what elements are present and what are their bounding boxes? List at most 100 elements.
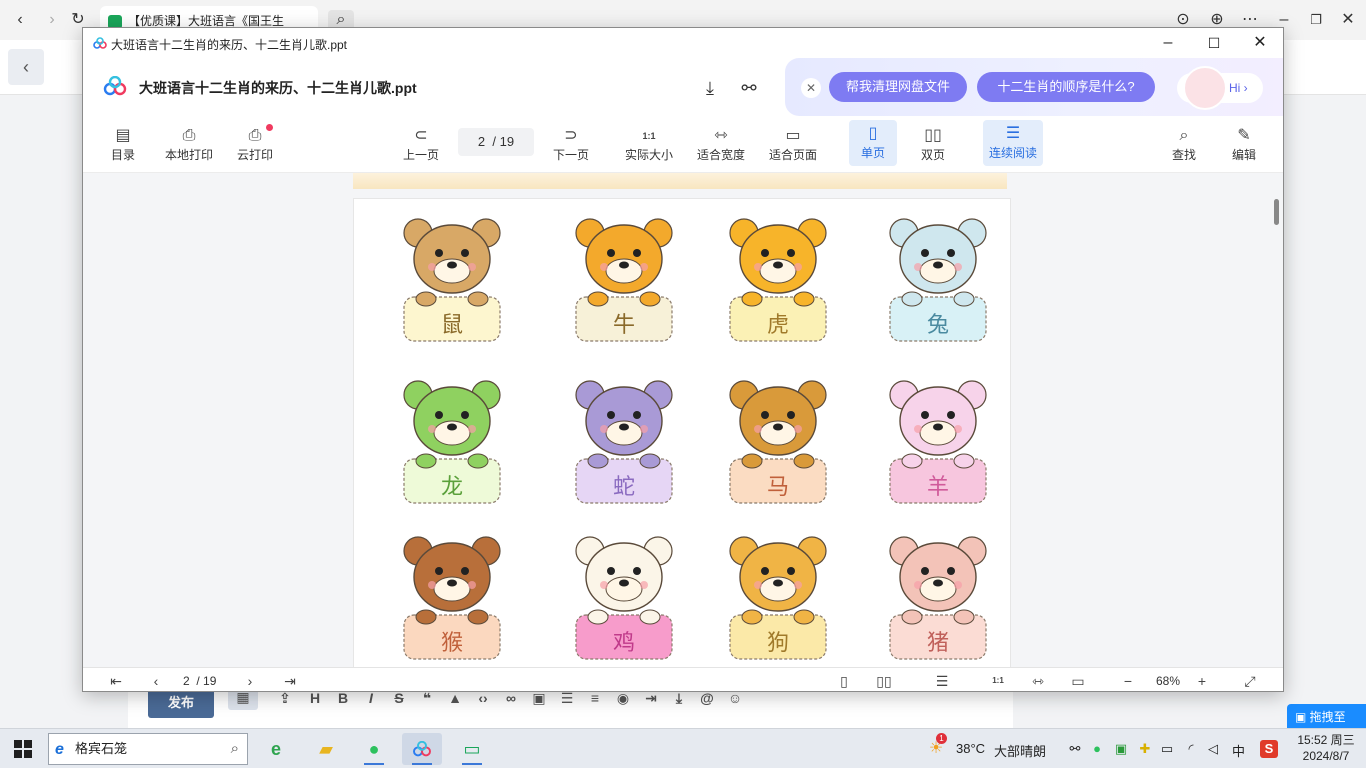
drag-widget-label: 拖拽至 xyxy=(1309,710,1346,724)
ai-avatar[interactable] xyxy=(1183,66,1227,110)
zoom-in-icon[interactable]: + xyxy=(1193,672,1211,690)
fit-width-button[interactable]: ⇿ 适合宽度 xyxy=(695,126,747,166)
baidu-netdisk-icon[interactable] xyxy=(402,733,442,765)
sogou-ime-icon[interactable]: S xyxy=(1260,740,1278,758)
search-icon: ⌕ xyxy=(230,740,239,757)
ai-assistant-panel: ✕ 帮我清理网盘文件 十二生肖的顺序是什么? Hi › xyxy=(785,58,1283,116)
zodiac-label: 猴 xyxy=(440,631,463,656)
viewer-window: 大班语言十二生肖的来历、十二生肖儿歌.ppt – ☐ ✕ 大班语言十二生肖的来历… xyxy=(82,27,1284,692)
zoom-out-icon[interactable]: − xyxy=(1119,672,1137,690)
strikethrough-icon[interactable]: S xyxy=(388,690,410,706)
actual-size-button[interactable]: 1:1 实际大小 xyxy=(623,126,675,166)
indent-icon[interactable]: ⇥ xyxy=(640,690,662,707)
fullscreen-icon[interactable]: ⤢ xyxy=(1241,672,1259,690)
fit-page-button[interactable]: ▭ 适合页面 xyxy=(767,126,819,166)
screen-icon[interactable]: ▭ xyxy=(452,733,492,765)
folder-icon[interactable]: ▰ xyxy=(306,733,346,765)
ie-icon[interactable]: e xyxy=(256,733,296,765)
publish-button[interactable]: 发布 xyxy=(148,688,214,718)
close-icon[interactable]: ✕ xyxy=(1249,32,1271,54)
weather-text[interactable]: 大部晴朗 xyxy=(994,741,1046,760)
first-page-icon[interactable]: ⇤ xyxy=(107,672,125,690)
prev-page-label: 上一页 xyxy=(402,148,439,162)
back-icon[interactable]: ‹ xyxy=(10,10,30,30)
comment-icon[interactable]: ◉ xyxy=(612,690,634,707)
page-total: / 19 xyxy=(492,134,515,149)
maximize-icon[interactable]: ☐ xyxy=(1203,32,1225,54)
fit-page-icon[interactable]: ▭ xyxy=(1069,672,1087,690)
vertical-scrollbar[interactable] xyxy=(1274,199,1279,225)
bottom-page-current: 2 xyxy=(183,674,190,688)
bold-icon[interactable]: B xyxy=(332,690,354,706)
share-icon[interactable]: ⚯ xyxy=(737,76,761,100)
weather-temp[interactable]: 38°C xyxy=(956,741,985,756)
netdisk-tray-icon[interactable]: ⚯ xyxy=(1066,740,1084,758)
back-button[interactable]: ‹ xyxy=(8,49,44,85)
find-button[interactable]: ⌕ 查找 xyxy=(1169,126,1199,166)
warning-icon[interactable]: ▲ xyxy=(444,690,466,706)
picture-icon[interactable]: ▣ xyxy=(528,690,550,707)
battery-icon[interactable]: ▭ xyxy=(1158,740,1176,758)
page-number-input[interactable]: 2 / 19 xyxy=(458,128,534,156)
ai-suggestion-chip[interactable]: 帮我清理网盘文件 xyxy=(829,72,967,102)
link-icon[interactable]: ∞ xyxy=(500,690,522,706)
clock[interactable]: 15:52 周三 2024/8/7 xyxy=(1294,732,1358,764)
nvidia-icon[interactable]: ▣ xyxy=(1112,740,1130,758)
actual-size-icon[interactable]: 1:1 xyxy=(989,672,1007,690)
next-page-button[interactable]: ⊃ 下一页 xyxy=(549,126,593,166)
close-icon[interactable]: ✕ xyxy=(1338,10,1358,30)
prev-page-button[interactable]: ⊂ 上一页 xyxy=(399,126,443,166)
zodiac-card: 鼠 xyxy=(394,213,510,353)
system-tray: ☀ 1 38°C 大部晴朗 ⚯ ● ▣ ✚ ▭ ◜ ◁ 中 S 15:52 周三… xyxy=(926,729,1366,768)
cloud-print-button[interactable]: ⎙ 云打印 xyxy=(233,126,277,166)
clock-date: 2024/8/7 xyxy=(1302,749,1350,763)
emoji-icon[interactable]: ☺ xyxy=(724,690,746,706)
toc-button[interactable]: ▤ 目录 xyxy=(105,126,141,166)
bullet-list-icon[interactable]: ☰ xyxy=(556,690,578,707)
numbered-list-icon[interactable]: ≡ xyxy=(584,690,606,706)
single-page-label: 单页 xyxy=(860,146,885,160)
continuous-read-button[interactable]: ☰ 连续阅读 xyxy=(983,120,1043,166)
ai-close-icon[interactable]: ✕ xyxy=(801,78,821,98)
fit-page-icon: ▭ xyxy=(785,127,801,144)
ai-hi-label: Hi xyxy=(1229,81,1241,95)
arrow-left-circle-icon: ⊂ xyxy=(414,127,428,144)
windows-start-icon[interactable] xyxy=(14,740,32,758)
double-page-button[interactable]: ▯▯ 双页 xyxy=(913,126,953,166)
zodiac-label: 兔 xyxy=(926,313,949,338)
double-page-icon[interactable]: ▯▯ xyxy=(875,672,893,690)
minimize-icon[interactable]: – xyxy=(1157,32,1179,54)
file-up-icon[interactable]: ⇪ xyxy=(274,690,296,707)
continuous-icon[interactable]: ☰ xyxy=(933,672,951,690)
download-icon[interactable]: ⤓ xyxy=(668,690,690,707)
wechat-tray-icon[interactable]: ● xyxy=(1088,740,1106,758)
next-page-icon[interactable]: › xyxy=(241,672,259,690)
forward-icon[interactable]: › xyxy=(42,10,62,30)
fit-width-icon[interactable]: ⇿ xyxy=(1029,672,1047,690)
wifi-icon[interactable]: ◜ xyxy=(1182,740,1200,758)
single-page-icon[interactable]: ▯ xyxy=(835,672,853,690)
plus-tray-icon[interactable]: ✚ xyxy=(1136,740,1154,758)
single-page-button[interactable]: ▯ 单页 xyxy=(849,120,897,166)
last-page-icon[interactable]: ⇥ xyxy=(281,672,299,690)
bottom-page-indicator[interactable]: 2 / 19 xyxy=(183,672,231,690)
zoom-level[interactable]: 68% xyxy=(1153,672,1183,690)
mention-icon[interactable]: @ xyxy=(696,690,718,706)
wechat-icon[interactable]: ● xyxy=(354,733,394,765)
quote-icon[interactable]: ❝ xyxy=(416,690,438,707)
taskbar-search[interactable]: e 格宾石笼 ⌕ xyxy=(48,733,248,765)
prev-page-icon[interactable]: ‹ xyxy=(147,672,165,690)
notification-badge: 1 xyxy=(936,733,947,744)
code-icon[interactable]: ‹› xyxy=(472,690,494,706)
volume-icon[interactable]: ◁ xyxy=(1204,740,1222,758)
zodiac-card: 马 xyxy=(720,375,836,515)
heading-icon[interactable]: H xyxy=(304,690,326,706)
local-print-button[interactable]: ⎙ 本地打印 xyxy=(161,126,217,166)
download-icon[interactable]: ⤓ xyxy=(698,76,722,100)
ai-suggestion-chip[interactable]: 十二生肖的顺序是什么? xyxy=(977,72,1155,102)
drag-widget[interactable]: ▣ 拖拽至 xyxy=(1287,704,1366,730)
restore-icon[interactable]: ❐ xyxy=(1306,10,1326,30)
italic-icon[interactable]: I xyxy=(360,690,382,706)
edit-button[interactable]: ✎ 编辑 xyxy=(1229,126,1259,166)
ime-indicator[interactable]: 中 xyxy=(1232,741,1245,760)
